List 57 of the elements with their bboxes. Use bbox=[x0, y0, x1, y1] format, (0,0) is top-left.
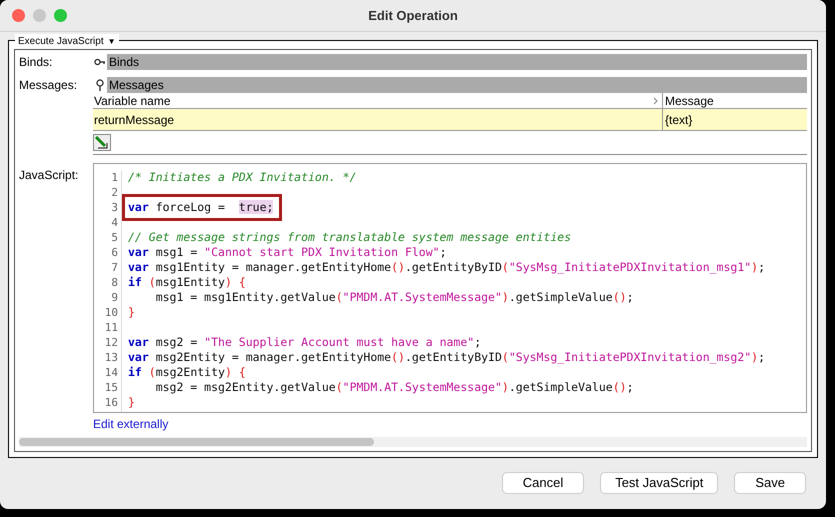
line-number: 13 bbox=[104, 350, 118, 365]
code-line: var msg2 = "The Supplier Account must have a name"; bbox=[128, 335, 482, 350]
section-header[interactable]: Binds bbox=[107, 54, 807, 70]
code-line: } bbox=[128, 305, 135, 320]
line-number: 1 bbox=[111, 170, 118, 185]
section-title: Execute JavaScript bbox=[18, 35, 104, 49]
line-number: 15 bbox=[104, 380, 118, 395]
line-number: 7 bbox=[111, 260, 118, 275]
edit-externally-link[interactable]: Edit externally bbox=[93, 415, 168, 433]
column-header[interactable]: Variable name bbox=[93, 93, 663, 108]
line-number: 12 bbox=[104, 335, 118, 350]
code-line: if (msg1Entity) { bbox=[128, 275, 246, 290]
line-number: 6 bbox=[111, 245, 118, 260]
pencil-icon bbox=[95, 136, 109, 149]
dialog-button[interactable]: Test JavaScript bbox=[600, 472, 718, 494]
table-row[interactable]: returnMessage {text} bbox=[93, 109, 807, 131]
code-line: /* Initiates a PDX Invitation. */ bbox=[128, 170, 356, 185]
code-editor[interactable] bbox=[93, 163, 807, 413]
code-line: msg2 = msg2Entity.getValue("PMDM.AT.SystemMessage").getSimpleValue(); bbox=[154, 380, 634, 395]
field-label: JavaScript: bbox=[19, 167, 80, 184]
table-cell-text: {text} bbox=[664, 112, 694, 129]
dialog-button[interactable]: Save bbox=[734, 472, 806, 494]
line-number: 5 bbox=[111, 230, 118, 245]
dropdown-toggle[interactable]: ▼ bbox=[108, 36, 116, 48]
pin-icon bbox=[96, 78, 104, 90]
horizontal-scrollbar[interactable] bbox=[19, 437, 807, 447]
code-line: if (msg2Entity) { bbox=[128, 365, 246, 380]
line-number: 14 bbox=[104, 365, 118, 380]
code-line: var msg1 = "Cannot start PDX Invitation Flow"; bbox=[128, 245, 447, 260]
line-number: 16 bbox=[104, 395, 118, 410]
code-line: var msg2Entity = manager.getEntityHome().getEntityByID("SysMsg_InitiatePDXInvitation_msg2"); bbox=[128, 350, 766, 365]
field-label: Messages: bbox=[19, 76, 78, 94]
code-line: // Get message strings from translatable system message entities bbox=[128, 230, 572, 245]
chevron-right-icon bbox=[653, 97, 658, 105]
code-line: var msg1Entity = manager.getEntityHome().getEntityByID("SysMsg_InitiatePDXInvitation_msg1"); bbox=[128, 260, 766, 275]
line-number: 10 bbox=[104, 305, 118, 320]
line-number: 11 bbox=[104, 320, 118, 335]
window-title: Edit Operation bbox=[368, 6, 458, 25]
table-cell: returnMessage bbox=[93, 109, 663, 130]
column-header[interactable]: Message bbox=[663, 93, 807, 108]
close-icon[interactable] bbox=[12, 9, 25, 22]
dialog-button[interactable]: Cancel bbox=[502, 472, 584, 494]
line-number: 3 bbox=[111, 200, 118, 215]
section-header[interactable]: Messages bbox=[107, 76, 807, 92]
code-line: var forceLog = true; bbox=[128, 200, 274, 215]
scrollbar-thumb[interactable] bbox=[19, 438, 374, 446]
code-line: } bbox=[128, 395, 135, 410]
line-number: 2 bbox=[111, 185, 118, 200]
code-line: msg1 = msg1Entity.getValue("PMDM.AT.SystemMessage").getSimpleValue(); bbox=[154, 290, 634, 305]
field-label: Binds: bbox=[19, 54, 54, 70]
key-icon bbox=[94, 58, 106, 66]
edit-button[interactable] bbox=[93, 134, 111, 151]
minimize-icon[interactable] bbox=[33, 9, 46, 22]
maximize-icon[interactable] bbox=[54, 9, 67, 22]
line-number: 8 bbox=[111, 275, 118, 290]
line-number: 4 bbox=[111, 215, 118, 230]
line-number: 9 bbox=[111, 290, 118, 305]
